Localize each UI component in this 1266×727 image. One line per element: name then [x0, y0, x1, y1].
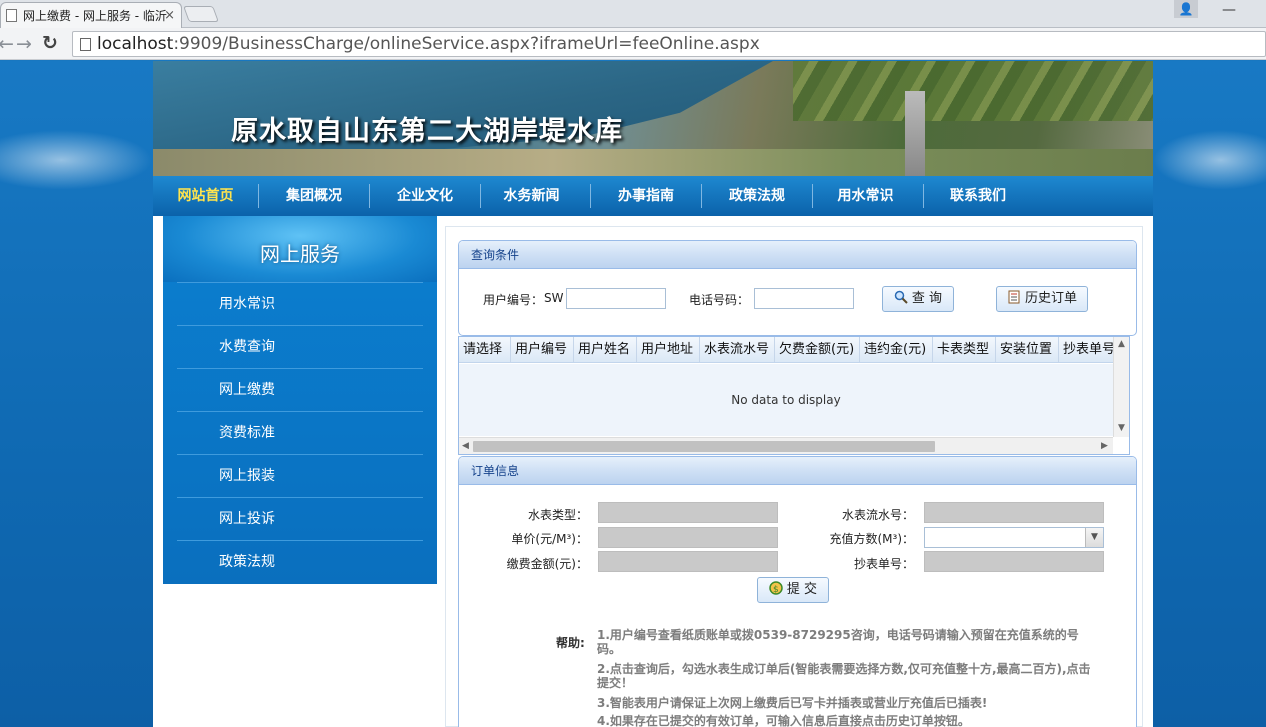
sidebar-item-rates[interactable]: 资费标准 [177, 411, 423, 454]
sidebar-item-bill-query[interactable]: 水费查询 [177, 325, 423, 368]
grid-col-address[interactable]: 用户地址 [637, 337, 700, 362]
grid-body: No data to display [459, 364, 1113, 436]
nav-culture[interactable]: 企业文化 [370, 176, 480, 216]
results-grid: 请选择 用户编号 用户姓名 用户地址 水表流水号 欠费金额(元) 违约金(元) … [458, 336, 1130, 455]
svg-text:$: $ [773, 585, 779, 595]
browser-tabbar: 网上缴费 - 网上服务 - 临沂 × 👤 — [0, 0, 1266, 28]
sidebar-item-water-tips[interactable]: 用水常识 [177, 282, 423, 325]
phone-label: 电话号码： [689, 293, 750, 307]
unit-price-field [598, 527, 778, 548]
back-icon[interactable]: ← [0, 33, 14, 55]
browser-tab[interactable]: 网上缴费 - 网上服务 - 临沂 × [0, 2, 182, 28]
grid-col-arrears[interactable]: 欠费金额(元) [775, 337, 860, 362]
minimize-icon[interactable]: — [1222, 2, 1236, 18]
help-line-1: 1.用户编号查看纸质账单或拨0539-8729295咨询，电话号码请输入预留在充… [597, 628, 1079, 656]
scroll-up-icon[interactable]: ▲ [1118, 339, 1125, 349]
grid-header: 请选择 用户编号 用户姓名 用户地址 水表流水号 欠费金额(元) 违约金(元) … [459, 337, 1113, 363]
sidebar-item-online-install[interactable]: 网上报装 [177, 454, 423, 497]
sidebar-title: 网上服务 [260, 242, 340, 266]
help-line-3: 3.智能表用户请保证上次网上缴费后已写卡并插表或营业厅充值后已插表! [597, 696, 988, 710]
url-host: localhost [97, 34, 174, 54]
reading-no-label: 抄表单号： [853, 557, 914, 571]
close-icon[interactable]: × [164, 8, 175, 23]
grid-horizontal-scrollbar[interactable]: ◀ ▶ [459, 437, 1113, 454]
coin-icon: $ [769, 580, 783, 595]
grid-col-install-location[interactable]: 安装位置 [996, 337, 1059, 362]
order-panel-title: 订单信息 [459, 457, 1136, 485]
phone-input[interactable] [754, 288, 854, 309]
user-no-prefix: SW [544, 291, 564, 305]
address-bar[interactable]: localhost:9909/BusinessCharge/onlineServ… [72, 31, 1266, 57]
nav-news[interactable]: 水务新闻 [481, 176, 582, 216]
history-orders-button[interactable]: 历史订单 [996, 286, 1088, 312]
grid-col-penalty[interactable]: 违约金(元) [860, 337, 933, 362]
reading-no-field [924, 551, 1104, 572]
nav-group-overview[interactable]: 集团概况 [259, 176, 369, 216]
nav-water-tips[interactable]: 用水常识 [813, 176, 918, 216]
search-button-label: 查 询 [911, 291, 943, 306]
grid-col-meter-serial[interactable]: 水表流水号 [700, 337, 775, 362]
banner-title: 原水取自山东第二大湖岸堤水库 [231, 116, 623, 147]
search-button[interactable]: 查 询 [882, 286, 954, 312]
grid-col-select[interactable]: 请选择 [459, 337, 511, 362]
sidebar: 网上服务 用水常识 水费查询 网上缴费 资费标准 网上报装 网上投诉 政策法规 [163, 216, 437, 584]
forward-icon[interactable]: → [16, 33, 32, 55]
document-list-icon [1007, 289, 1021, 304]
payment-amount-label: 缴费金额(元)： [506, 557, 588, 571]
submit-button[interactable]: $ 提 交 [757, 577, 829, 603]
water-splash-right [1153, 130, 1266, 190]
water-splash-left [0, 130, 153, 190]
grid-col-user-name[interactable]: 用户姓名 [574, 337, 637, 362]
recharge-amount-label: 充值方数(M³)： [829, 532, 914, 546]
submit-button-label: 提 交 [786, 582, 818, 597]
banner-fields [793, 61, 1153, 121]
browser-toolbar: ← → ↻ localhost:9909/BusinessCharge/onli… [0, 28, 1266, 60]
meter-type-label: 水表类型： [527, 508, 588, 522]
nav-policy[interactable]: 政策法规 [702, 176, 812, 216]
help-line-2: 2.点击查询后，勾选水表生成订单后(智能表需要选择方数,仅可充值整十方,最高二百… [597, 662, 1091, 690]
document-icon [80, 38, 91, 51]
new-tab-button[interactable] [183, 6, 219, 22]
grid-col-reading-no[interactable]: 抄表单号 [1059, 337, 1113, 362]
sidebar-item-policy[interactable]: 政策法规 [177, 540, 423, 583]
meter-type-field [598, 502, 778, 523]
content-area: 网上服务 用水常识 水费查询 网上缴费 资费标准 网上报装 网上投诉 政策法规 … [153, 216, 1153, 727]
grid-col-user-no[interactable]: 用户编号 [511, 337, 574, 362]
url-path: :9909/BusinessCharge/onlineService.aspx?… [173, 34, 760, 54]
grid-col-card-type[interactable]: 卡表类型 [933, 337, 996, 362]
query-panel-title: 查询条件 [459, 241, 1136, 269]
reload-icon[interactable]: ↻ [42, 32, 58, 54]
scroll-left-icon[interactable]: ◀ [462, 441, 469, 451]
payment-amount-field [598, 551, 778, 572]
meter-serial-field [924, 502, 1104, 523]
banner-shore [153, 149, 1153, 176]
grid-empty-message: No data to display [731, 393, 841, 407]
chevron-down-icon[interactable]: ▼ [1085, 528, 1103, 547]
nav-contact[interactable]: 联系我们 [924, 176, 1032, 216]
unit-price-label: 单价(元/M³)： [511, 532, 588, 546]
banner-dam [905, 91, 925, 176]
user-no-input[interactable] [566, 288, 666, 309]
user-icon[interactable]: 👤 [1174, 0, 1198, 18]
grid-vertical-scrollbar[interactable]: ▲ ▼ [1113, 337, 1129, 437]
query-panel: 查询条件 用户编号： SW 电话号码： 查 询 历史订单 [458, 240, 1137, 336]
search-icon [894, 289, 908, 304]
nav-guide[interactable]: 办事指南 [591, 176, 701, 216]
scroll-thumb[interactable] [473, 441, 935, 452]
user-no-label: 用户编号： [483, 293, 544, 307]
nav-home[interactable]: 网站首页 [153, 176, 258, 216]
main-navigation: 网站首页 集团概况 企业文化 水务新闻 办事指南 政策法规 用水常识 联系我们 [153, 176, 1153, 216]
sidebar-item-complaint[interactable]: 网上投诉 [177, 497, 423, 540]
scroll-down-icon[interactable]: ▼ [1118, 423, 1125, 433]
help-label: 帮助: [556, 636, 585, 650]
history-orders-label: 历史订单 [1024, 291, 1077, 306]
page-icon [6, 9, 17, 22]
help-line-4: 4.如果存在已提交的有效订单，可输入信息后直接点击历史订单按钮。 [597, 714, 970, 727]
site-banner: 原水取自山东第二大湖岸堤水库 [153, 61, 1153, 176]
meter-serial-label: 水表流水号： [841, 508, 914, 522]
sidebar-item-online-payment[interactable]: 网上缴费 [177, 368, 423, 411]
tab-title: 网上缴费 - 网上服务 - 临沂 [23, 9, 167, 23]
recharge-amount-select[interactable]: ▼ [924, 527, 1104, 548]
scroll-right-icon[interactable]: ▶ [1101, 441, 1108, 451]
